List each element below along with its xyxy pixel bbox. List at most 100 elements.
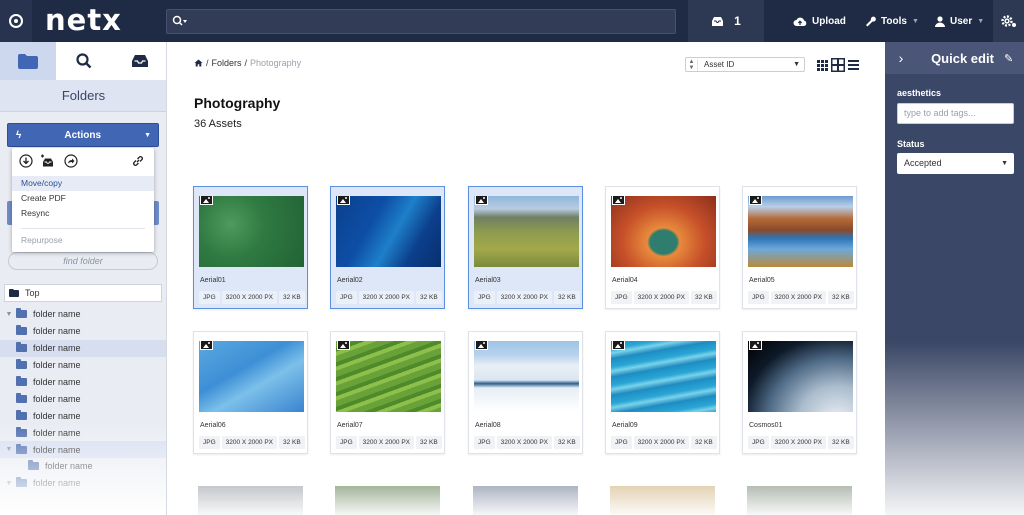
asset-thumbnail[interactable] [336, 341, 441, 412]
asset-type: JPG [611, 436, 632, 449]
tree-item[interactable]: ▼ folder name [0, 306, 166, 323]
list-view-icon[interactable] [848, 60, 859, 70]
asset-card[interactable]: Aerial03 JPG 3200 X 2000 PX 32 KB [468, 186, 583, 309]
folder-icon [9, 289, 19, 297]
asset-name: Aerial07 [337, 422, 363, 429]
chevron-down-icon[interactable]: ▼ [4, 311, 14, 318]
asset-card[interactable]: Aerial04 JPG 3200 X 2000 PX 32 KB [605, 186, 720, 309]
tree-item[interactable]: ▼ folder name [0, 441, 166, 459]
tree-item[interactable]: folder name [0, 458, 166, 475]
pencil-icon[interactable]: ✎ [1004, 52, 1024, 65]
netx-logo[interactable]: netx [45, 3, 122, 37]
menu-item-repurpose[interactable]: Repurpose [12, 233, 154, 248]
menu-item-move-copy[interactable]: Move/copy [12, 176, 154, 191]
tree-item[interactable]: folder name [0, 339, 166, 357]
find-folder-input[interactable]: find folder [8, 252, 158, 270]
asset-size: 32 KB [554, 291, 580, 304]
tree-item[interactable]: folder name [0, 424, 166, 441]
tab-folders[interactable] [0, 42, 56, 80]
asset-thumbnail[interactable] [474, 341, 579, 412]
tab-search[interactable] [56, 42, 112, 80]
asset-thumbnail[interactable] [336, 196, 441, 267]
tree-item-label: folder name [33, 360, 81, 371]
asset-card[interactable]: Aerial08 JPG 3200 X 2000 PX 32 KB [468, 331, 583, 454]
asset-card[interactable]: Aerial09 JPG 3200 X 2000 PX 32 KB [605, 331, 720, 454]
asset-card[interactable]: Aerial06 JPG 3200 X 2000 PX 32 KB [193, 331, 308, 454]
chevron-down-icon: ▼ [144, 131, 151, 139]
tree-top-label: Top [25, 288, 40, 298]
asset-dimensions: 3200 X 2000 PX [633, 291, 690, 304]
download-icon[interactable] [19, 154, 33, 168]
tree-item-label: folder name [33, 343, 81, 354]
user-menu[interactable]: User ▼ [935, 0, 984, 42]
folder-icon [16, 325, 27, 336]
actions-button[interactable]: ϟ Actions ▼ [7, 123, 159, 147]
asset-dimensions: 3200 X 2000 PX [496, 291, 553, 304]
asset-thumbnail[interactable] [748, 341, 853, 412]
sort-select[interactable]: ▲ ▼ Asset ID ▼ [685, 57, 805, 72]
folder-icon [16, 392, 27, 403]
cart-button[interactable]: 1 [688, 0, 764, 42]
add-to-cart-icon[interactable] [40, 154, 54, 168]
asset-dimensions: 3200 X 2000 PX [221, 291, 278, 304]
asset-thumbnail[interactable] [611, 341, 716, 412]
tools-menu[interactable]: Tools ▼ [864, 0, 919, 42]
home-button[interactable] [0, 0, 32, 42]
tree-item[interactable]: folder name [0, 390, 166, 407]
upload-button[interactable]: Upload [793, 0, 846, 42]
chevron-down-icon: ▼ [1001, 160, 1008, 167]
asset-size: 32 KB [554, 436, 580, 449]
asset-thumbnail[interactable] [199, 341, 304, 412]
asset-dimensions: 3200 X 2000 PX [358, 291, 415, 304]
chevron-down-icon[interactable]: ▼ [4, 446, 14, 453]
asset-thumbnail[interactable] [199, 196, 304, 267]
asset-meta: JPG 3200 X 2000 PX 32 KB [748, 291, 854, 304]
tree-item[interactable]: folder name [0, 323, 166, 340]
asset-card-partial[interactable] [742, 484, 857, 515]
quick-edit-title: Quick edit [931, 50, 994, 66]
asset-card-partial[interactable] [468, 484, 583, 515]
asset-meta: JPG 3200 X 2000 PX 32 KB [336, 436, 442, 449]
tree-item[interactable]: folder name [0, 374, 166, 391]
status-select[interactable]: Accepted ▼ [897, 153, 1014, 174]
link-icon[interactable] [131, 154, 145, 168]
tab-inbox[interactable] [112, 42, 166, 80]
grid-large-icon[interactable] [831, 58, 845, 72]
asset-card[interactable]: Aerial02 JPG 3200 X 2000 PX 32 KB [330, 186, 445, 309]
asset-thumbnail[interactable] [611, 196, 716, 267]
tags-input[interactable]: type to add tags... [897, 103, 1014, 124]
chevron-right-icon[interactable]: › [885, 50, 917, 66]
share-icon[interactable] [64, 154, 78, 168]
asset-card[interactable]: Aerial07 JPG 3200 X 2000 PX 32 KB [330, 331, 445, 454]
asset-card[interactable]: Aerial01 JPG 3200 X 2000 PX 32 KB [193, 186, 308, 309]
chevron-down-icon: ▼ [793, 61, 800, 68]
search-input[interactable] [166, 9, 676, 34]
asset-card-partial[interactable] [330, 484, 445, 515]
tree-item[interactable]: folder name [0, 407, 166, 424]
tree-top-node[interactable]: Top [4, 284, 162, 302]
menu-item-resync[interactable]: Resync [12, 206, 154, 221]
asset-type: JPG [336, 291, 357, 304]
tree-item-label: folder name [33, 309, 81, 320]
asset-name: Aerial04 [612, 277, 638, 284]
gear-icon [1000, 15, 1016, 27]
asset-thumbnail[interactable] [748, 196, 853, 267]
folder-icon [16, 443, 27, 454]
home-icon[interactable] [194, 59, 203, 67]
settings-button[interactable] [993, 0, 1024, 42]
chevron-down-icon[interactable]: ▼ [4, 480, 14, 487]
tree-item[interactable]: ▼ folder name [0, 475, 166, 492]
breadcrumb-folders[interactable]: Folders [212, 58, 242, 68]
asset-card-partial[interactable] [605, 484, 720, 515]
search-icon[interactable] [172, 15, 188, 29]
sort-direction-icon[interactable]: ▲ ▼ [686, 58, 698, 71]
menu-item-create-pdf[interactable]: Create PDF [12, 191, 154, 206]
asset-size: 32 KB [416, 291, 442, 304]
asset-card-partial[interactable] [193, 484, 308, 515]
asset-thumbnail[interactable] [474, 196, 579, 267]
tree-item[interactable]: folder name [0, 357, 166, 374]
grid-small-icon[interactable] [817, 59, 828, 71]
asset-card[interactable]: Aerial05 JPG 3200 X 2000 PX 32 KB [742, 186, 857, 309]
asset-card[interactable]: Cosmos01 JPG 3200 X 2000 PX 32 KB [742, 331, 857, 454]
image-icon [200, 341, 213, 350]
